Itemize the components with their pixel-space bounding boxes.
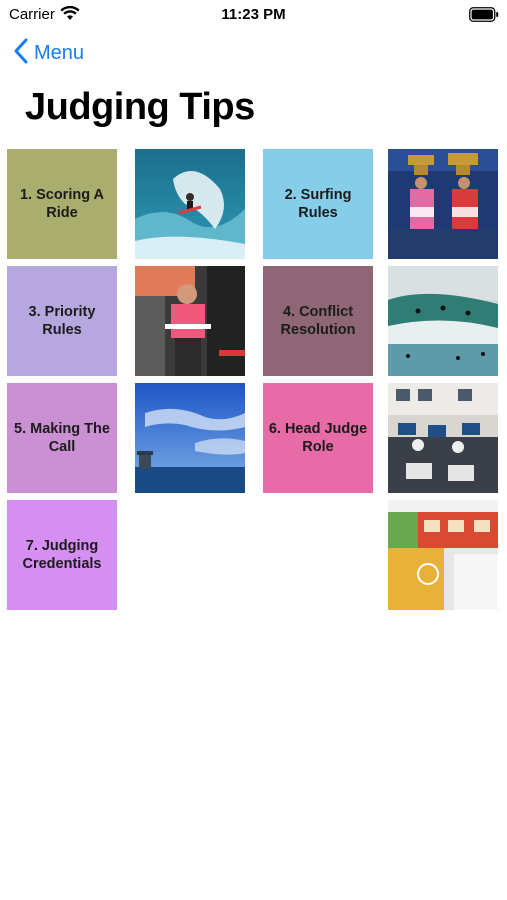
- page-title: Judging Tips: [25, 86, 255, 128]
- surfer-wave-photo[interactable]: [135, 149, 245, 259]
- tile-making-the-call[interactable]: 5. Making The Call: [7, 383, 117, 493]
- battery-icon: [469, 7, 499, 27]
- lineup-surfers-photo[interactable]: [388, 266, 498, 376]
- tile-priority-rules[interactable]: 3. Priority Rules: [7, 266, 117, 376]
- tile-label: 5. Making The Call: [14, 421, 110, 455]
- tile-label: 1. Scoring A Ride: [19, 187, 105, 221]
- judging-tower-photo[interactable]: [388, 500, 498, 610]
- tile-head-judge-role[interactable]: 6. Head Judge Role: [263, 383, 373, 493]
- tile-judging-credentials[interactable]: 7. Judging Credentials: [7, 500, 117, 610]
- tile-label: 2. Surfing Rules: [284, 187, 352, 221]
- podium-trophies-photo[interactable]: [388, 149, 498, 259]
- back-button[interactable]: Menu: [14, 38, 84, 68]
- tile-label: 3. Priority Rules: [28, 304, 96, 338]
- tile-label: 6. Head Judge Role: [268, 421, 368, 455]
- tile-label: 4. Conflict Resolution: [280, 304, 356, 338]
- tile-conflict-resolution[interactable]: 4. Conflict Resolution: [263, 266, 373, 376]
- tile-scoring-a-ride[interactable]: 1. Scoring A Ride: [7, 149, 117, 259]
- ocean-sky-photo[interactable]: [135, 383, 245, 493]
- tile-surfing-rules[interactable]: 2. Surfing Rules: [263, 149, 373, 259]
- chevron-left-icon: [14, 38, 28, 69]
- back-button-label: Menu: [34, 41, 85, 64]
- tile-label: 7. Judging Credentials: [22, 538, 102, 572]
- status-bar: Carrier 11:23 PM: [0, 0, 507, 30]
- judging-room-photo[interactable]: [388, 383, 498, 493]
- surfer-jersey-photo[interactable]: [135, 266, 245, 376]
- clock-label: 11:23 PM: [221, 6, 286, 23]
